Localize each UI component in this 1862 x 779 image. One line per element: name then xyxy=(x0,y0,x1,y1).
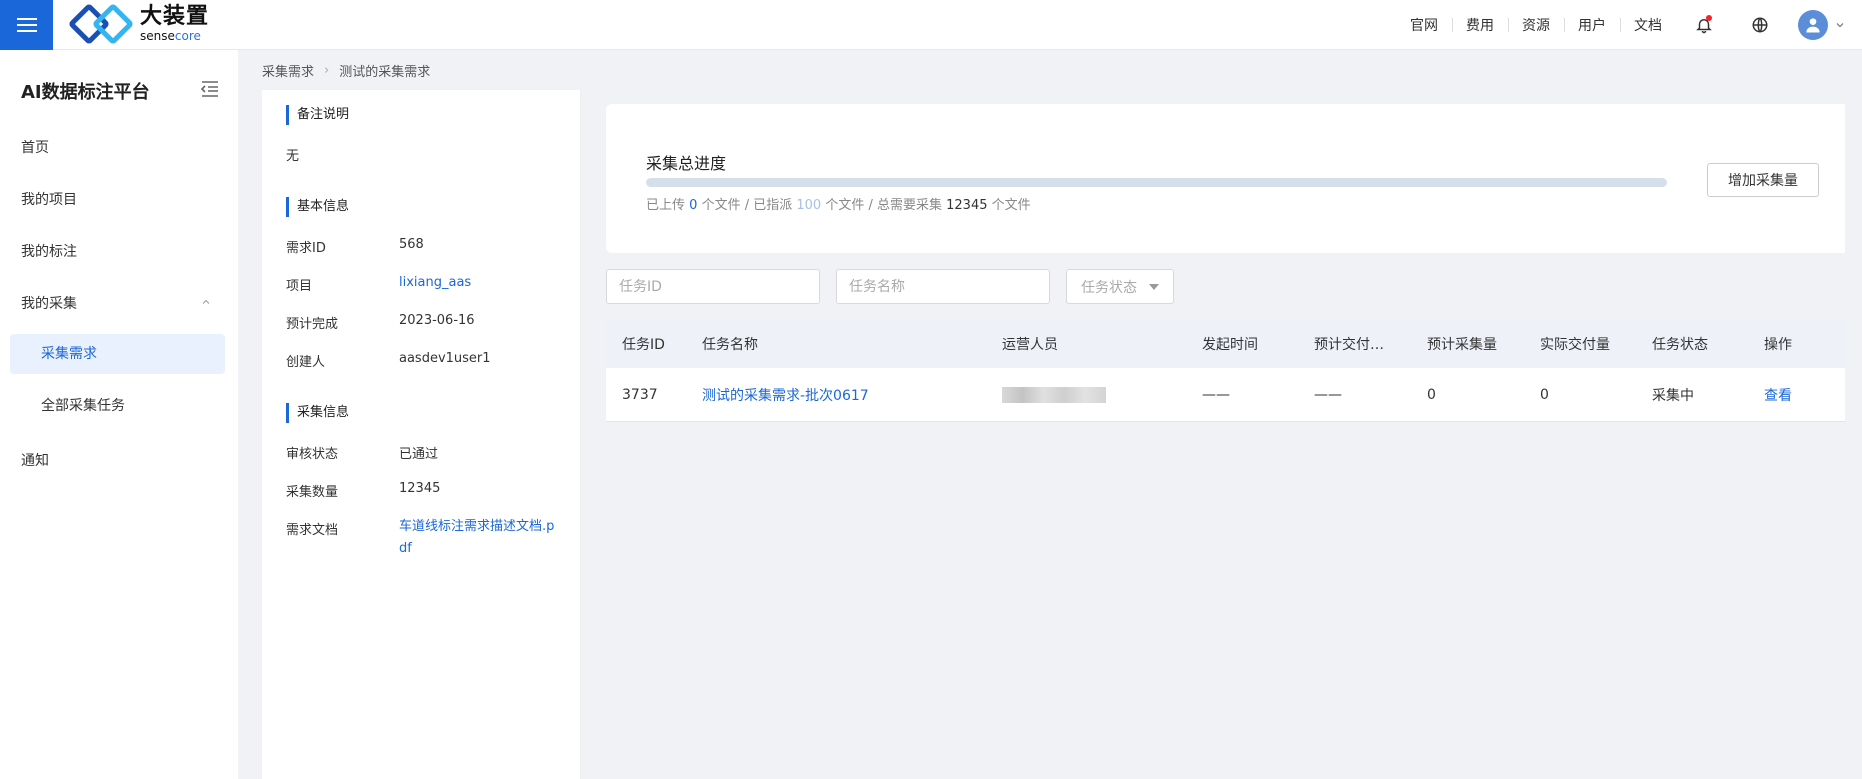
demand-id-label: 需求ID xyxy=(286,241,326,256)
table-header: 任务ID 任务名称 运营人员 发起时间 预计交付… 预计采集量 实际交付量 任务… xyxy=(606,319,1860,368)
task-status-select[interactable]: 任务状态 xyxy=(1066,269,1174,304)
sidebar-item-home[interactable]: 首页 xyxy=(21,137,49,157)
notification-button[interactable] xyxy=(1676,0,1732,50)
col-header-planned-count: 预计采集量 xyxy=(1427,336,1497,353)
chevron-right-icon: › xyxy=(324,63,330,78)
col-header-operator: 运营人员 xyxy=(1002,336,1058,353)
user-icon xyxy=(1806,18,1820,33)
due-date-label: 预计完成 xyxy=(286,317,339,332)
demand-info-panel: 备注说明 无 基本信息 需求ID 568 项目 lixiang_aas 预计完成… xyxy=(262,90,581,779)
collect-count-label: 采集数量 xyxy=(286,485,339,500)
col-header-status: 任务状态 xyxy=(1652,336,1708,353)
nav-docs[interactable]: 文档 xyxy=(1620,15,1676,35)
progress-bar xyxy=(646,178,1667,187)
remarks-section-title: 备注说明 xyxy=(286,105,349,125)
breadcrumb-current: 测试的采集需求 xyxy=(339,65,431,80)
operator-cell xyxy=(986,386,1186,403)
creator-value: aasdev1user1 xyxy=(399,351,491,366)
nav-official-site[interactable]: 官网 xyxy=(1396,15,1452,35)
planned-count-cell: 0 xyxy=(1427,386,1436,403)
demand-doc-label: 需求文档 xyxy=(286,523,339,538)
top-bar: 大装置 sensecore 官网 费用 资源 用户 文档 xyxy=(0,0,1862,50)
table-row: 3737 测试的采集需求-批次0617 —— —— 0 0 采集中 查看 xyxy=(606,368,1860,422)
project-link[interactable]: lixiang_aas xyxy=(399,275,471,290)
nav-billing[interactable]: 费用 xyxy=(1452,15,1508,35)
progress-summary: 已上传 0 个文件 / 已指派 100 个文件 / 总需要采集 12345 个文… xyxy=(646,198,1031,213)
view-task-link[interactable]: 查看 xyxy=(1748,385,1860,405)
sidebar-item-my-annotations[interactable]: 我的标注 xyxy=(21,241,77,261)
progress-title: 采集总进度 xyxy=(646,154,727,173)
basic-info-section-title: 基本信息 xyxy=(286,197,349,217)
logo-subtitle: sensecore xyxy=(140,29,201,43)
bell-icon xyxy=(1696,19,1712,34)
chevron-down-icon xyxy=(1836,23,1844,28)
menu-toggle-button[interactable] xyxy=(0,0,53,50)
task-status-cell: 采集中 xyxy=(1652,387,1694,404)
chevron-up-icon[interactable] xyxy=(200,296,212,308)
col-header-delivery-time: 预计交付… xyxy=(1314,336,1384,353)
breadcrumb-parent[interactable]: 采集需求 xyxy=(262,61,314,80)
increase-collection-button[interactable]: 增加采集量 xyxy=(1707,163,1819,197)
top-navigation: 官网 费用 资源 用户 文档 xyxy=(1396,0,1862,50)
task-status-placeholder: 任务状态 xyxy=(1081,279,1137,296)
collect-info-section-title: 采集信息 xyxy=(286,403,349,423)
due-date-value: 2023-06-16 xyxy=(399,313,475,328)
task-name-link[interactable]: 测试的采集需求-批次0617 xyxy=(686,385,986,405)
col-header-delivered-count: 实际交付量 xyxy=(1540,336,1610,353)
collection-progress-card: 采集总进度 已上传 0 个文件 / 已指派 100 个文件 / 总需要采集 12… xyxy=(606,104,1860,253)
task-table: 任务ID 任务名称 运营人员 发起时间 预计交付… 预计采集量 实际交付量 任务… xyxy=(606,319,1860,422)
delivered-count-cell: 0 xyxy=(1540,386,1549,403)
collect-count-value: 12345 xyxy=(399,481,441,496)
page-scrollbar[interactable] xyxy=(1845,50,1862,779)
collapse-sidebar-icon[interactable] xyxy=(200,80,220,98)
review-status-label: 审核状态 xyxy=(286,447,339,462)
uploaded-count: 0 xyxy=(689,198,698,213)
total-count: 12345 xyxy=(946,198,988,213)
sidebar-item-my-collections[interactable]: 我的采集 xyxy=(21,293,77,313)
nav-resources[interactable]: 资源 xyxy=(1508,15,1564,35)
avatar xyxy=(1798,10,1828,40)
col-header-actions: 操作 xyxy=(1764,336,1792,353)
logo-title: 大装置 xyxy=(140,4,210,29)
brand-logo[interactable]: 大装置 sensecore xyxy=(67,2,210,46)
sidebar: AI数据标注平台 首页 我的项目 我的标注 我的采集 采集需求 全部采集任务 通… xyxy=(0,50,238,779)
nav-users[interactable]: 用户 xyxy=(1564,15,1620,35)
breadcrumb: 采集需求 › 测试的采集需求 xyxy=(262,61,430,80)
sidebar-item-my-projects[interactable]: 我的项目 xyxy=(21,189,77,209)
task-id-filter-input[interactable] xyxy=(606,269,820,304)
user-menu[interactable] xyxy=(1788,10,1862,40)
assigned-count: 100 xyxy=(796,198,822,213)
sensecore-logo-icon xyxy=(67,2,135,46)
project-label: 项目 xyxy=(286,279,313,294)
globe-icon xyxy=(1752,17,1768,33)
start-time-cell: —— xyxy=(1202,386,1230,403)
redacted-operator xyxy=(1002,386,1106,403)
hamburger-icon xyxy=(16,18,37,32)
review-status-value: 已通过 xyxy=(399,447,439,462)
col-header-start-time: 发起时间 xyxy=(1202,336,1258,353)
sidebar-item-collection-demand[interactable]: 采集需求 xyxy=(10,334,225,374)
col-header-task-id: 任务ID xyxy=(622,336,665,353)
col-header-task-name: 任务名称 xyxy=(702,336,758,353)
caret-down-icon xyxy=(1149,283,1159,290)
language-button[interactable] xyxy=(1732,0,1788,50)
creator-label: 创建人 xyxy=(286,355,326,370)
demand-id-value: 568 xyxy=(399,237,424,252)
task-id-cell: 3737 xyxy=(622,386,658,403)
remarks-value: 无 xyxy=(286,149,300,164)
task-name-filter-input[interactable] xyxy=(836,269,1050,304)
sidebar-item-notifications[interactable]: 通知 xyxy=(21,450,49,470)
sidebar-item-all-collection-tasks[interactable]: 全部采集任务 xyxy=(10,386,225,426)
demand-doc-link[interactable]: 车道线标注需求描述文档.pdf xyxy=(399,516,559,560)
delivery-time-cell: —— xyxy=(1314,386,1342,403)
platform-title: AI数据标注平台 xyxy=(21,82,150,103)
